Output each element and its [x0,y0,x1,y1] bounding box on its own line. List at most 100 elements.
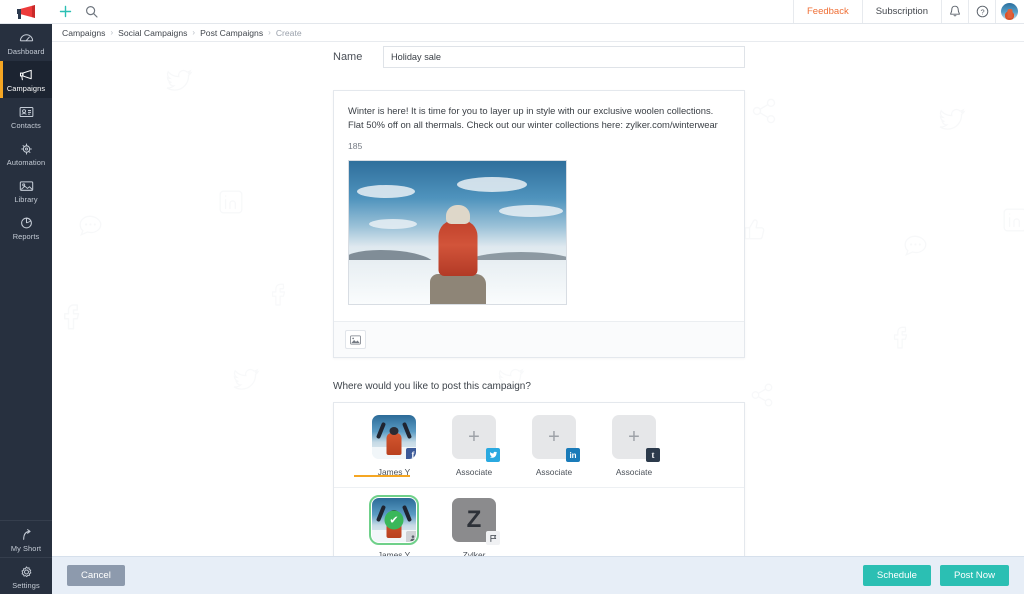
sidebar-item-label: Settings [12,580,40,590]
compose-toolbar [334,321,744,357]
add-account-tile: + in [532,415,580,462]
sidebar-item-my-short[interactable]: My Short [0,520,52,557]
sidebar-item-label: Automation [6,158,46,167]
media-attachment-wrap [334,151,744,321]
post-destination-question: Where would you like to post this campai… [333,381,531,392]
top-bar: Feedback Subscription ? [0,0,1024,24]
accounts-card: f James Y + Associate + in Associate + t… [333,402,745,561]
search-icon [85,5,98,18]
action-bar: Cancel Schedule Post Now [52,556,1024,594]
page-flag-badge-icon [486,531,500,545]
primary-actions: Schedule Post Now [854,565,1009,586]
account-tile-associate-linkedin[interactable]: + in Associate [514,415,594,477]
sidebar-item-dashboard[interactable]: Dashboard [0,24,52,61]
sidebar-item-settings[interactable]: Settings [0,557,52,594]
chat-watermark [76,212,106,238]
account-avatar-selected: ✔ [369,495,419,545]
compose-body: Winter is here! It is time for you to la… [334,91,744,151]
attached-image[interactable] [348,160,567,305]
plus-icon: + [628,426,640,448]
sidebar-item-label: Reports [12,232,40,241]
account-tile-associate-twitter[interactable]: + Associate [434,415,514,477]
compose-message[interactable]: Winter is here! It is time for you to la… [348,104,730,132]
sidebar-item-label: Contacts [11,121,41,130]
breadcrumb-item-campaigns[interactable]: Campaigns [62,28,105,38]
search-button[interactable] [78,0,104,23]
selected-check-icon: ✔ [384,510,404,530]
breadcrumb-separator: › [192,28,196,37]
help-button[interactable]: ? [969,0,995,23]
notifications-button[interactable] [942,0,968,23]
account-avatar: Z [452,498,500,545]
sidebar: Dashboard Campaigns Contacts Automation … [0,24,52,594]
name-label: Name [333,51,363,63]
share-watermark [750,97,778,125]
help-circle-icon: ? [976,5,988,18]
facebook-badge-icon: f [406,448,416,459]
post-now-button[interactable]: Post Now [939,565,1009,586]
compose-card: Winter is here! It is time for you to la… [333,90,745,358]
gear-icon [21,565,31,577]
image-library-icon [19,181,33,191]
twitter-watermark [232,367,260,393]
schedule-button[interactable]: Schedule [862,565,931,586]
breadcrumb: Campaigns › Social Campaigns › Post Camp… [52,24,1024,42]
name-field-row: Name [333,43,745,71]
plus-icon: + [548,426,560,448]
attach-image-button[interactable] [345,330,366,349]
character-count: 185 [348,141,363,151]
add-account-tile: + t [612,415,660,462]
sidebar-item-automation[interactable]: Automation [0,135,52,172]
plus-icon: + [468,426,480,448]
megaphone-icon [19,69,32,81]
main-canvas: Name Winter is here! It is time for you … [52,42,1024,594]
account-tile-associate-tumblr[interactable]: + t Associate [594,415,674,477]
accounts-row-primary: f James Y + Associate + in Associate + t… [334,403,744,477]
twitter-watermark [164,68,194,94]
feedback-link[interactable]: Feedback [794,0,862,23]
breadcrumb-item-social-campaigns[interactable]: Social Campaigns [118,28,187,38]
bell-icon [950,5,960,17]
linkedin-watermark [1002,207,1024,233]
active-tab-indicator [354,475,410,477]
zylker-initial: Z [466,506,482,533]
account-tile-james-y-selected[interactable]: ✔ James Y [354,495,434,560]
twitter-watermark [937,107,967,133]
add-button[interactable] [52,0,78,23]
chat-watermark [902,232,930,258]
sidebar-item-label: Library [14,195,38,204]
breadcrumb-item-post-campaigns[interactable]: Post Campaigns [200,28,263,38]
linkedin-badge-icon: in [566,448,580,462]
account-tile-zylker[interactable]: Z Zylker [434,498,514,560]
linkedin-watermark [217,189,245,215]
breadcrumb-item-create: Create [275,27,302,38]
sidebar-item-label: My Short [10,543,42,553]
account-avatar: f [372,415,416,459]
share-watermark [749,382,775,408]
subscription-link[interactable]: Subscription [863,0,941,23]
contact-card-icon [19,106,33,118]
campaign-name-input[interactable] [383,46,745,68]
accounts-row-secondary: ✔ James Y Z Zylker [334,487,744,560]
tumblr-badge-icon: t [646,448,660,462]
account-tile-james-y-facebook[interactable]: f James Y [354,415,434,477]
sidebar-item-label: Dashboard [7,47,45,56]
sidebar-item-campaigns[interactable]: Campaigns [0,61,52,98]
add-account-tile: + [452,415,500,462]
breadcrumb-separator: › [110,28,114,37]
sidebar-item-label: Campaigns [6,84,46,93]
facebook-watermark [265,280,291,306]
sidebar-item-library[interactable]: Library [0,172,52,209]
twitter-badge-icon [486,448,500,462]
cancel-button[interactable]: Cancel [67,565,125,586]
sidebar-item-contacts[interactable]: Contacts [0,98,52,135]
link-shortener-icon [22,528,31,540]
breadcrumb-separator: › [268,28,271,37]
plus-icon [59,5,71,18]
automation-gear-icon [20,143,32,155]
app-root: Feedback Subscription ? Dashboard Campai… [0,0,1024,594]
megaphone-logo [17,4,35,19]
sidebar-item-reports[interactable]: Reports [0,209,52,246]
avatar[interactable] [1001,3,1018,20]
app-logo[interactable] [0,0,52,23]
